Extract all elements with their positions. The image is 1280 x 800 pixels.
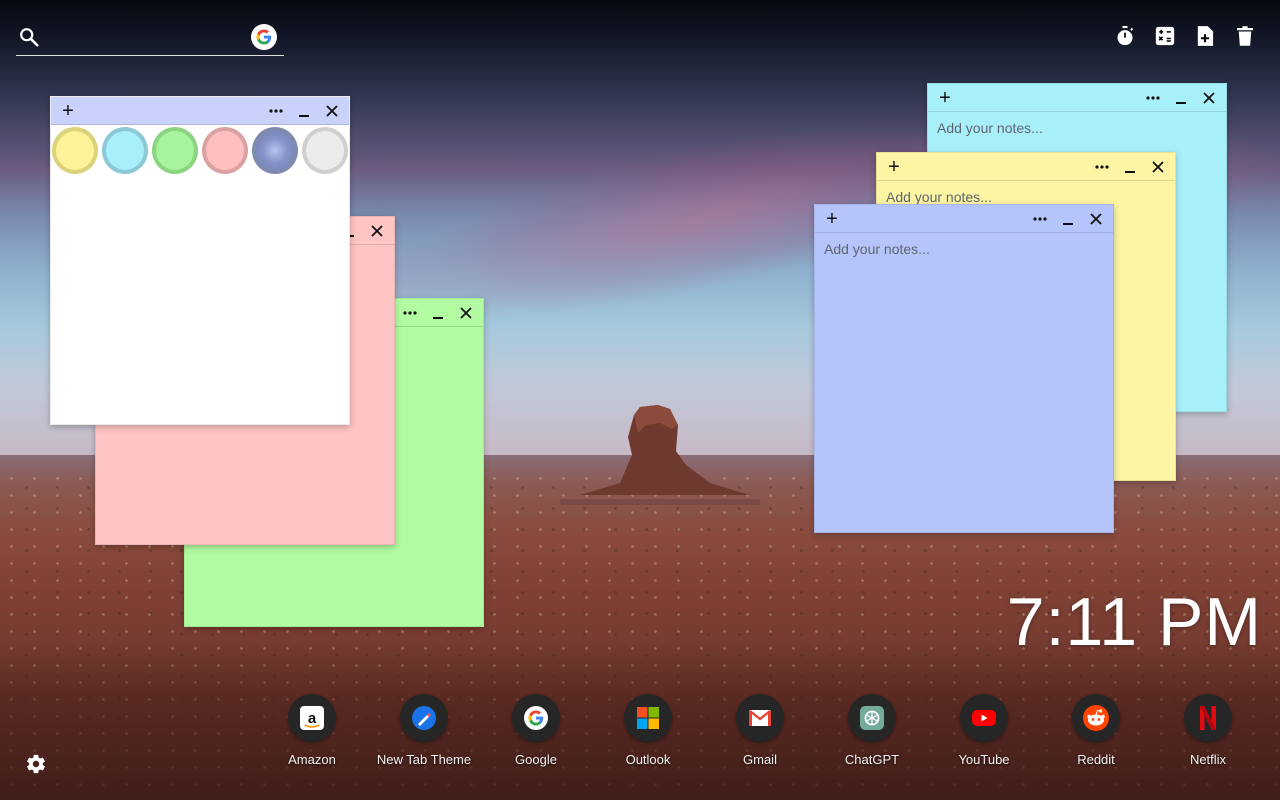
calculator-icon[interactable] (1154, 24, 1176, 48)
note-controls (399, 299, 477, 327)
shortcut-label: Gmail (743, 752, 777, 767)
more-options-button[interactable] (265, 100, 287, 122)
minimize-button[interactable] (1119, 156, 1141, 178)
note-controls (1029, 205, 1107, 233)
shortcut-amazon[interactable]: a Amazon (256, 694, 368, 767)
color-swatch-grey[interactable] (302, 127, 348, 174)
add-note-button[interactable]: + (884, 156, 904, 178)
note-header[interactable]: + (928, 84, 1226, 112)
shortcut-google[interactable]: Google (480, 694, 592, 767)
color-swatch-pink[interactable] (202, 127, 248, 174)
reddit-icon (1072, 694, 1120, 742)
color-swatch-yellow[interactable] (52, 127, 98, 174)
shortcut-label: ChatGPT (844, 752, 900, 767)
close-button[interactable] (321, 100, 343, 122)
settings-icon[interactable] (25, 753, 47, 775)
netflix-icon (1184, 694, 1232, 742)
close-button[interactable] (1198, 87, 1220, 109)
shortcut-label: Reddit (1077, 752, 1115, 767)
svg-text:a: a (308, 710, 317, 727)
add-note-button[interactable]: + (58, 100, 78, 122)
shortcuts-dock: a Amazon New Tab Theme Google Outlook Gm… (256, 694, 1264, 767)
more-options-button[interactable] (1091, 156, 1113, 178)
shortcut-reddit[interactable]: Reddit (1040, 694, 1152, 767)
shortcut-new-tab-theme[interactable]: New Tab Theme (368, 694, 480, 767)
top-toolbar (1114, 24, 1256, 48)
color-swatch-green[interactable] (152, 127, 198, 174)
amazon-icon: a (288, 694, 336, 742)
timer-icon[interactable] (1114, 24, 1136, 48)
shortcut-label: New Tab Theme (376, 752, 472, 767)
minimize-button[interactable] (293, 100, 315, 122)
note-text-area[interactable] (815, 233, 1113, 532)
shortcut-label: Google (515, 752, 557, 767)
note-header[interactable]: + (51, 97, 349, 125)
shortcut-netflix[interactable]: Netflix (1152, 694, 1264, 767)
note-header[interactable]: + (815, 205, 1113, 233)
minimize-button[interactable] (1170, 87, 1192, 109)
note-controls (265, 97, 343, 125)
more-options-button[interactable] (1142, 87, 1164, 109)
microsoft-icon (624, 694, 672, 742)
minimize-button[interactable] (1057, 208, 1079, 230)
search-bar[interactable] (16, 20, 284, 56)
google-icon (512, 694, 560, 742)
clock: 7:11 PM (1006, 584, 1262, 660)
add-note-button[interactable]: + (822, 208, 842, 230)
shortcut-youtube[interactable]: YouTube (928, 694, 1040, 767)
minimize-button[interactable] (427, 302, 449, 324)
shortcut-outlook[interactable]: Outlook (592, 694, 704, 767)
close-button[interactable] (455, 302, 477, 324)
close-button[interactable] (1085, 208, 1107, 230)
sticky-note-white[interactable]: + (50, 96, 350, 425)
chatgpt-icon (848, 694, 896, 742)
gmail-icon (736, 694, 784, 742)
note-controls (1091, 153, 1169, 181)
note-controls (1142, 84, 1220, 112)
youtube-icon (960, 694, 1008, 742)
search-icon[interactable] (18, 26, 40, 48)
sticky-note-lavender[interactable]: + (814, 204, 1114, 533)
shortcut-gmail[interactable]: Gmail (704, 694, 816, 767)
shortcut-label: Netflix (1189, 752, 1227, 767)
shortcut-label: Amazon (288, 752, 336, 767)
color-swatch-lavender[interactable] (252, 127, 298, 174)
close-button[interactable] (366, 220, 388, 242)
note-header[interactable]: + (877, 153, 1175, 181)
trash-icon[interactable] (1234, 24, 1256, 48)
color-swatch-cyan[interactable] (102, 127, 148, 174)
search-input[interactable] (50, 24, 240, 50)
add-note-button[interactable]: + (935, 87, 955, 109)
new-note-icon[interactable] (1194, 24, 1216, 48)
color-palette (51, 125, 349, 176)
google-icon[interactable] (251, 24, 277, 50)
new-tab-theme-icon (400, 694, 448, 742)
shortcut-label: Outlook (625, 752, 671, 767)
shortcut-label: YouTube (958, 752, 1010, 767)
close-button[interactable] (1147, 156, 1169, 178)
butte-rock (560, 405, 760, 505)
more-options-button[interactable] (1029, 208, 1051, 230)
shortcut-chatgpt[interactable]: ChatGPT (816, 694, 928, 767)
more-options-button[interactable] (399, 302, 421, 324)
